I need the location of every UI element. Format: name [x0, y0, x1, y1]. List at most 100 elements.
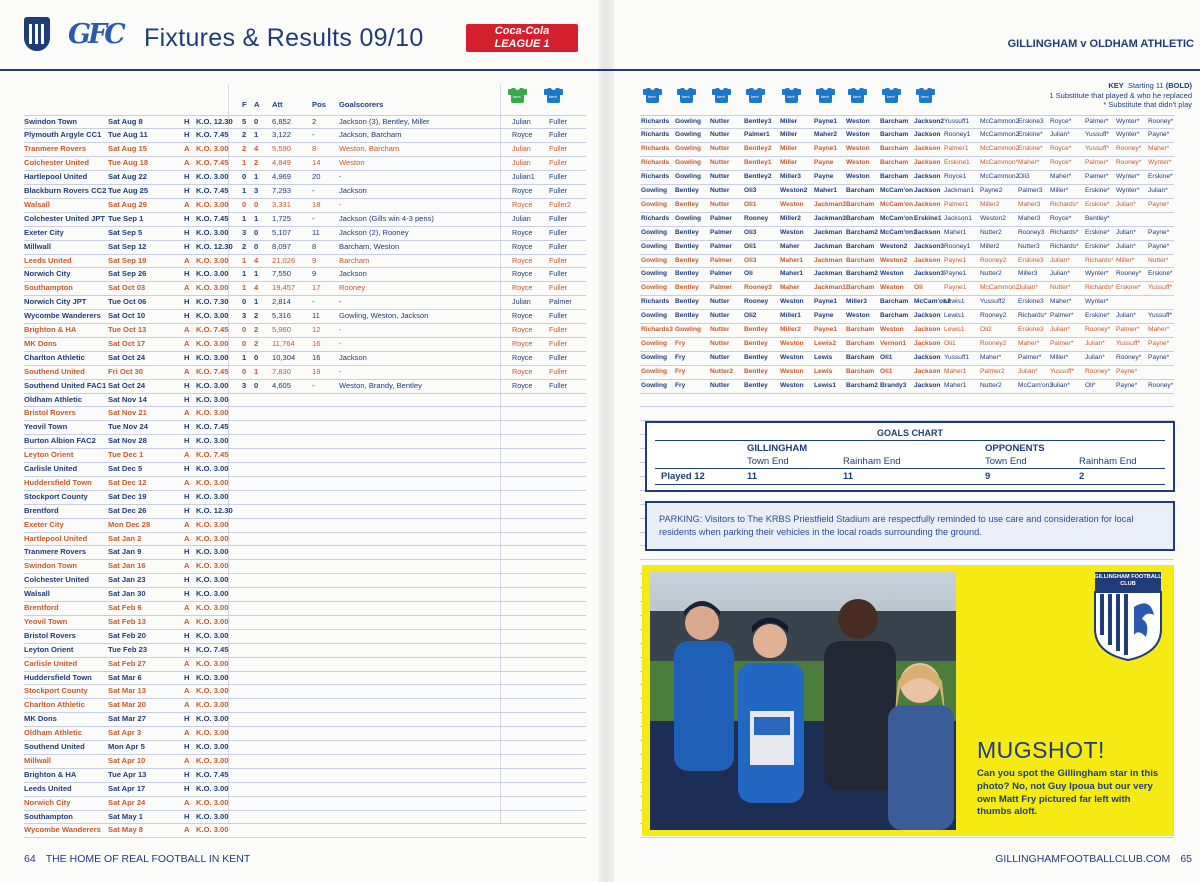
starting-player: Oli	[744, 270, 753, 278]
starting-player: Erskine1	[914, 214, 942, 222]
shirt-sponsor: kent	[921, 94, 929, 99]
starting-player: Jackson2	[914, 117, 945, 125]
footer-website: GILLINGHAMFOOTBALLCLUB.COM	[995, 853, 1171, 865]
ruled-line	[640, 392, 1174, 394]
fixture-kickoff: K.O. 3.00	[196, 630, 229, 640]
substitute-player: Royce*	[1050, 214, 1072, 222]
substitute-player: Rooney2	[980, 312, 1007, 320]
starting-player: Barcham	[846, 256, 875, 264]
starting-player: Barcham	[846, 214, 875, 222]
starting-player: Gowling	[641, 200, 668, 208]
starting-player: Jackman	[814, 228, 843, 236]
starting-player: Palmer	[710, 270, 732, 278]
starting-player: McCam'on	[880, 187, 914, 194]
substitute-player: Rooney3	[1018, 228, 1045, 236]
starting-player: Barcham	[880, 117, 909, 125]
substitute-player: Payne1	[944, 256, 967, 264]
starting-player: Gowling	[641, 312, 668, 320]
fixture-kickoff: K.O. 3.00	[196, 672, 229, 682]
starting-player: Weston	[880, 326, 904, 333]
fixture-venue: A	[184, 519, 190, 529]
fixture-kickoff: K.O. 3.00	[196, 714, 229, 724]
col-head-a: A	[254, 100, 260, 109]
lineup-row: Richards3 Gowling Nutter Bentley Miller2 Payn…	[0, 323, 1200, 337]
fixture-kickoff: K.O. 7.45	[196, 769, 229, 779]
substitute-player: Royce*	[1050, 145, 1072, 153]
fixture-kickoff: K.O. 3.00	[196, 755, 229, 765]
lineup-row: Gowling Fry Nutter Bentley Weston Lewis Barcha…	[0, 351, 1200, 365]
col-head-att: Att	[272, 100, 283, 109]
starting-player: Weston	[880, 284, 904, 292]
starting-player: Jackson	[914, 367, 941, 375]
fixture-opponent: Oldham Athletic	[24, 728, 82, 738]
substitute-player: Maher*	[1148, 326, 1170, 333]
substitute-player: Yussuff*	[1050, 367, 1075, 375]
starting-player: Miller	[780, 159, 798, 167]
fixture-opponent: Brentford	[24, 505, 59, 515]
fixture-date: Sat Mar 20	[108, 700, 146, 710]
starting-player: Bentley	[675, 312, 699, 320]
key-line1: Starting 11	[1127, 81, 1164, 90]
fixture-kickoff: K.O. 3.00	[196, 797, 229, 807]
substitute-player: Richards*	[1018, 312, 1047, 320]
substitute-player: Miller*	[1050, 353, 1069, 361]
starting-player: Maher	[780, 242, 800, 250]
starting-player: Barcham	[846, 242, 875, 250]
starting-player: Gowling	[675, 214, 702, 222]
starting-player: McCam'on1	[880, 228, 917, 236]
starting-player: Weston	[780, 353, 804, 361]
starting-player: Oli1	[744, 200, 757, 208]
starting-player: Weston2	[880, 242, 908, 250]
fixture-venue: H	[184, 575, 190, 585]
fixture-opponent: Tranmere Rovers	[24, 547, 87, 557]
starting-player: Oli1	[880, 367, 893, 375]
fixture-opponent: Leyton Orient	[24, 644, 74, 654]
substitute-player: Lewis1	[944, 326, 965, 333]
substitute-player: Julian*	[1116, 242, 1136, 250]
goals-chart-divider	[655, 440, 1165, 441]
substitute-player: Palmer*	[1085, 117, 1109, 125]
starting-player: Maher2	[814, 131, 838, 139]
starting-player: McCam'on	[880, 214, 914, 222]
fixture-venue: H	[184, 422, 190, 432]
shirt-sponsor: kent	[513, 94, 521, 99]
fixture-date: Mon Apr 5	[108, 742, 145, 751]
fixture-opponent: Leyton Orient	[24, 450, 74, 460]
substitute-player: McCammon2	[980, 145, 1020, 153]
substitute-player: Lewis1	[944, 312, 965, 320]
fixture-opponent: Carlisle United	[24, 658, 78, 668]
starting-player: Miller3	[780, 173, 801, 181]
starting-player: Lewis	[814, 353, 833, 361]
substitute-player: Miller3	[1018, 270, 1038, 278]
starting-player: Rooney	[744, 214, 769, 222]
fixture-date: Sat Jan 2	[108, 533, 142, 543]
substitute-player: Wynter*	[1116, 131, 1140, 139]
fixture-date: Sat Jan 16	[108, 561, 146, 571]
substitute-player: Miller*	[1116, 256, 1135, 264]
goals-chart-g-rainham: 11	[843, 471, 854, 482]
substitute-player: Payne2	[980, 187, 1003, 194]
starting-player: Richards	[641, 145, 670, 153]
starting-player: Barcham	[880, 159, 909, 167]
starting-player: Bentley	[675, 256, 699, 264]
fixture-kickoff: K.O. 7.45	[196, 644, 229, 654]
starting-player: Rooney3	[744, 284, 772, 292]
fixture-venue: A	[184, 728, 190, 738]
fixture-opponent: Southend United	[24, 742, 85, 751]
lineup-row: Gowling Bentley Palmer Rooney3 Maher Jackman1…	[0, 281, 1200, 295]
fixture-date: Sat Feb 20	[108, 630, 146, 640]
starting-player: Barcham2	[846, 270, 878, 278]
starting-player: Palmer	[710, 256, 732, 264]
footer-right: GILLINGHAMFOOTBALLCLUB.COM 65	[995, 853, 1192, 865]
page-number-left: 64	[24, 853, 36, 865]
starting-player: Bentley	[744, 339, 768, 347]
starting-player: Nutter	[710, 381, 730, 389]
goals-chart: GOALS CHART GILLINGHAM OPPONENTS Town En…	[645, 421, 1175, 492]
lineup-row: Richards Gowling Palmer Rooney Miller2 Jackma…	[0, 212, 1200, 226]
substitute-player: Palmer2	[980, 367, 1005, 375]
fixture-kickoff: K.O. 3.00	[196, 519, 229, 529]
starting-player: Nutter	[710, 187, 730, 194]
fixture-venue: A	[184, 477, 190, 487]
fixture-opponent: Yeovil Town	[24, 422, 68, 432]
starting-player: Bentley2	[744, 173, 772, 181]
